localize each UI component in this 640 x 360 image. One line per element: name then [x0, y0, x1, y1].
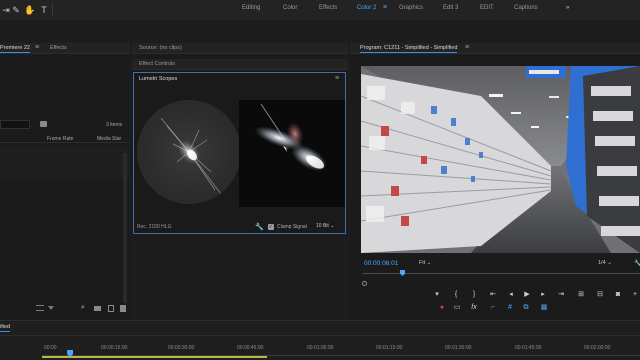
mark-out-icon[interactable]: }	[469, 291, 479, 299]
timeline-panel: ified 00:00 00:00:15:00 00:00:30:00 00:0…	[0, 320, 640, 360]
project-column-header: Frame Rate Media Star	[0, 134, 130, 143]
vectorscope-trace	[160, 117, 222, 195]
new-bin-bottom-icon[interactable]	[94, 306, 101, 311]
workspace-tab-color[interactable]: Color	[283, 5, 297, 11]
resolution-dropdown[interactable]: 1/4 ⌄	[598, 260, 612, 266]
program-video-frame	[361, 66, 640, 253]
play-icon[interactable]: ▶	[522, 291, 532, 299]
type-tool-icon[interactable]: T	[38, 4, 50, 16]
tab-program[interactable]: Program: C1211 - Simplified - Simplified	[360, 45, 458, 53]
project-panel: Premiere 22 ≡ Effects 3 items Frame Rate…	[0, 43, 130, 320]
safe-margins-icon[interactable]: ▭	[452, 304, 462, 312]
workspace-tab-effects[interactable]: Effects	[319, 5, 337, 11]
tab-effect-controls[interactable]: Effect Controls	[139, 61, 175, 67]
workspace-tab-color-2[interactable]: Color 2	[357, 5, 376, 11]
scope-settings-wrench-icon[interactable]: 🔧	[255, 223, 264, 231]
scopes-menu-icon[interactable]: ≡	[335, 75, 339, 82]
hand-tool-icon[interactable]: ✋	[24, 4, 36, 16]
clear-icon[interactable]	[120, 305, 126, 312]
workspace-menu-icon[interactable]: ≡	[383, 4, 387, 11]
tab-source[interactable]: Source: (no clips)	[139, 45, 182, 51]
list-view-icon[interactable]	[36, 305, 44, 311]
new-item-icon[interactable]	[108, 305, 114, 312]
zoom-handle[interactable]	[362, 281, 367, 286]
chevron-down-icon: ⌄	[330, 223, 335, 229]
program-timecode[interactable]: 00:00:06:01	[364, 260, 398, 267]
fit-value: Fit	[419, 260, 426, 266]
project-search-input[interactable]	[0, 120, 30, 129]
ruler-tick-0: 00:00	[44, 345, 57, 351]
panel-menu-icon[interactable]: ≡	[35, 44, 39, 51]
tab-sequence[interactable]: ified	[0, 324, 11, 332]
items-count: 3 items	[106, 122, 123, 128]
effect-controls-tabbar: Effect Controls	[132, 59, 348, 70]
top-toolbar: ⇥ ✎ ✋ T Editing Color Effects Color 2 ≡ …	[0, 0, 640, 20]
pen-tool-icon[interactable]: ✎	[10, 4, 22, 16]
work-area-bar[interactable]	[42, 356, 267, 358]
ruler-tick-3: 00:00:45:00	[237, 345, 264, 351]
step-back-icon[interactable]: ◂	[506, 291, 516, 299]
fx-icon[interactable]: fx	[469, 304, 479, 312]
fit-dropdown[interactable]: Fit ⌄	[419, 260, 431, 266]
sort-icon[interactable]	[48, 306, 54, 310]
bit-depth-value: 10 Bit	[316, 223, 329, 229]
color-space-label: Rec. 2100 HLG	[137, 224, 172, 230]
workspace-tab-editing[interactable]: Editing	[242, 5, 260, 11]
waveform-trace	[254, 103, 328, 172]
workspace-tab-edit-3[interactable]: Edit 3	[443, 5, 458, 11]
program-tabbar: Program: C1211 - Simplified - Simplified…	[350, 43, 640, 54]
comparison-view-icon[interactable]: ⧉	[521, 304, 531, 312]
project-list	[0, 145, 130, 179]
export-frame-camera-icon[interactable]: ◙	[613, 291, 623, 299]
multicam-icon[interactable]: ▦	[539, 304, 549, 312]
timeline-divider	[0, 335, 640, 336]
ruler-tick-8: 00:02:00:00	[584, 345, 611, 351]
clamp-signal-label: Clamp Signal	[277, 224, 307, 230]
workspace-tab-captions[interactable]: Captions	[514, 5, 538, 11]
source-tabbar: Source: (no clips)	[132, 43, 348, 54]
column-frame-rate[interactable]: Frame Rate	[47, 136, 73, 142]
workspace-tab-graphics[interactable]: Graphics	[399, 5, 423, 11]
find-icon[interactable]: ⌕	[78, 304, 88, 312]
ruler-tick-4: 00:01:00:00	[307, 345, 334, 351]
overwrite-icon[interactable]: ⊟	[595, 291, 605, 299]
ruler-tick-1: 00:00:15:00	[101, 345, 128, 351]
clamp-signal-checkbox[interactable]: ✓	[268, 224, 274, 230]
snap-grid-icon[interactable]: #	[505, 304, 515, 312]
column-media-start[interactable]: Media Star	[97, 136, 121, 142]
ruler-tick-7: 00:01:45:00	[515, 345, 542, 351]
ruler-tick-6: 00:01:30:00	[445, 345, 472, 351]
bit-depth-dropdown[interactable]: 10 Bit ⌄	[316, 223, 334, 229]
record-icon[interactable]: ●	[437, 304, 447, 312]
program-menu-icon[interactable]: ≡	[465, 44, 469, 51]
workspace-tab-edit[interactable]: EDIT	[480, 5, 494, 11]
project-scrollbar[interactable]	[123, 153, 127, 303]
vectorscope	[137, 100, 241, 204]
resolution-value: 1/4	[598, 260, 606, 266]
crop-icon[interactable]: ⌐	[488, 304, 498, 312]
ruler-tick-2: 00:00:30:00	[168, 345, 195, 351]
project-tabbar: Premiere 22 ≡ Effects	[0, 43, 130, 54]
go-to-in-icon[interactable]: ⇤	[488, 291, 498, 299]
go-to-out-icon[interactable]: ⇥	[556, 291, 566, 299]
toolbar-divider	[52, 4, 53, 16]
tab-effects[interactable]: Effects	[50, 45, 67, 51]
settings-wrench-icon[interactable]: 🔧	[634, 260, 640, 267]
lumetri-scopes-title[interactable]: Lumetri Scopes	[139, 76, 177, 82]
mark-in-icon[interactable]: {	[451, 291, 461, 299]
chevron-down-icon: ⌄	[426, 260, 432, 266]
add-marker-icon[interactable]: ▾	[432, 291, 442, 299]
tab-project[interactable]: Premiere 22	[0, 45, 30, 53]
insert-icon[interactable]: ⊞	[576, 291, 586, 299]
chevron-down-icon: ⌄	[607, 260, 612, 266]
ruler-tick-5: 00:01:15:00	[376, 345, 403, 351]
new-bin-icon[interactable]	[40, 121, 47, 127]
step-forward-icon[interactable]: ▸	[538, 291, 548, 299]
video-store-aisle	[361, 66, 640, 253]
waveform-scope	[239, 100, 345, 207]
more-workspaces-button[interactable]: »	[566, 5, 569, 11]
add-button-icon[interactable]: +	[630, 291, 640, 299]
